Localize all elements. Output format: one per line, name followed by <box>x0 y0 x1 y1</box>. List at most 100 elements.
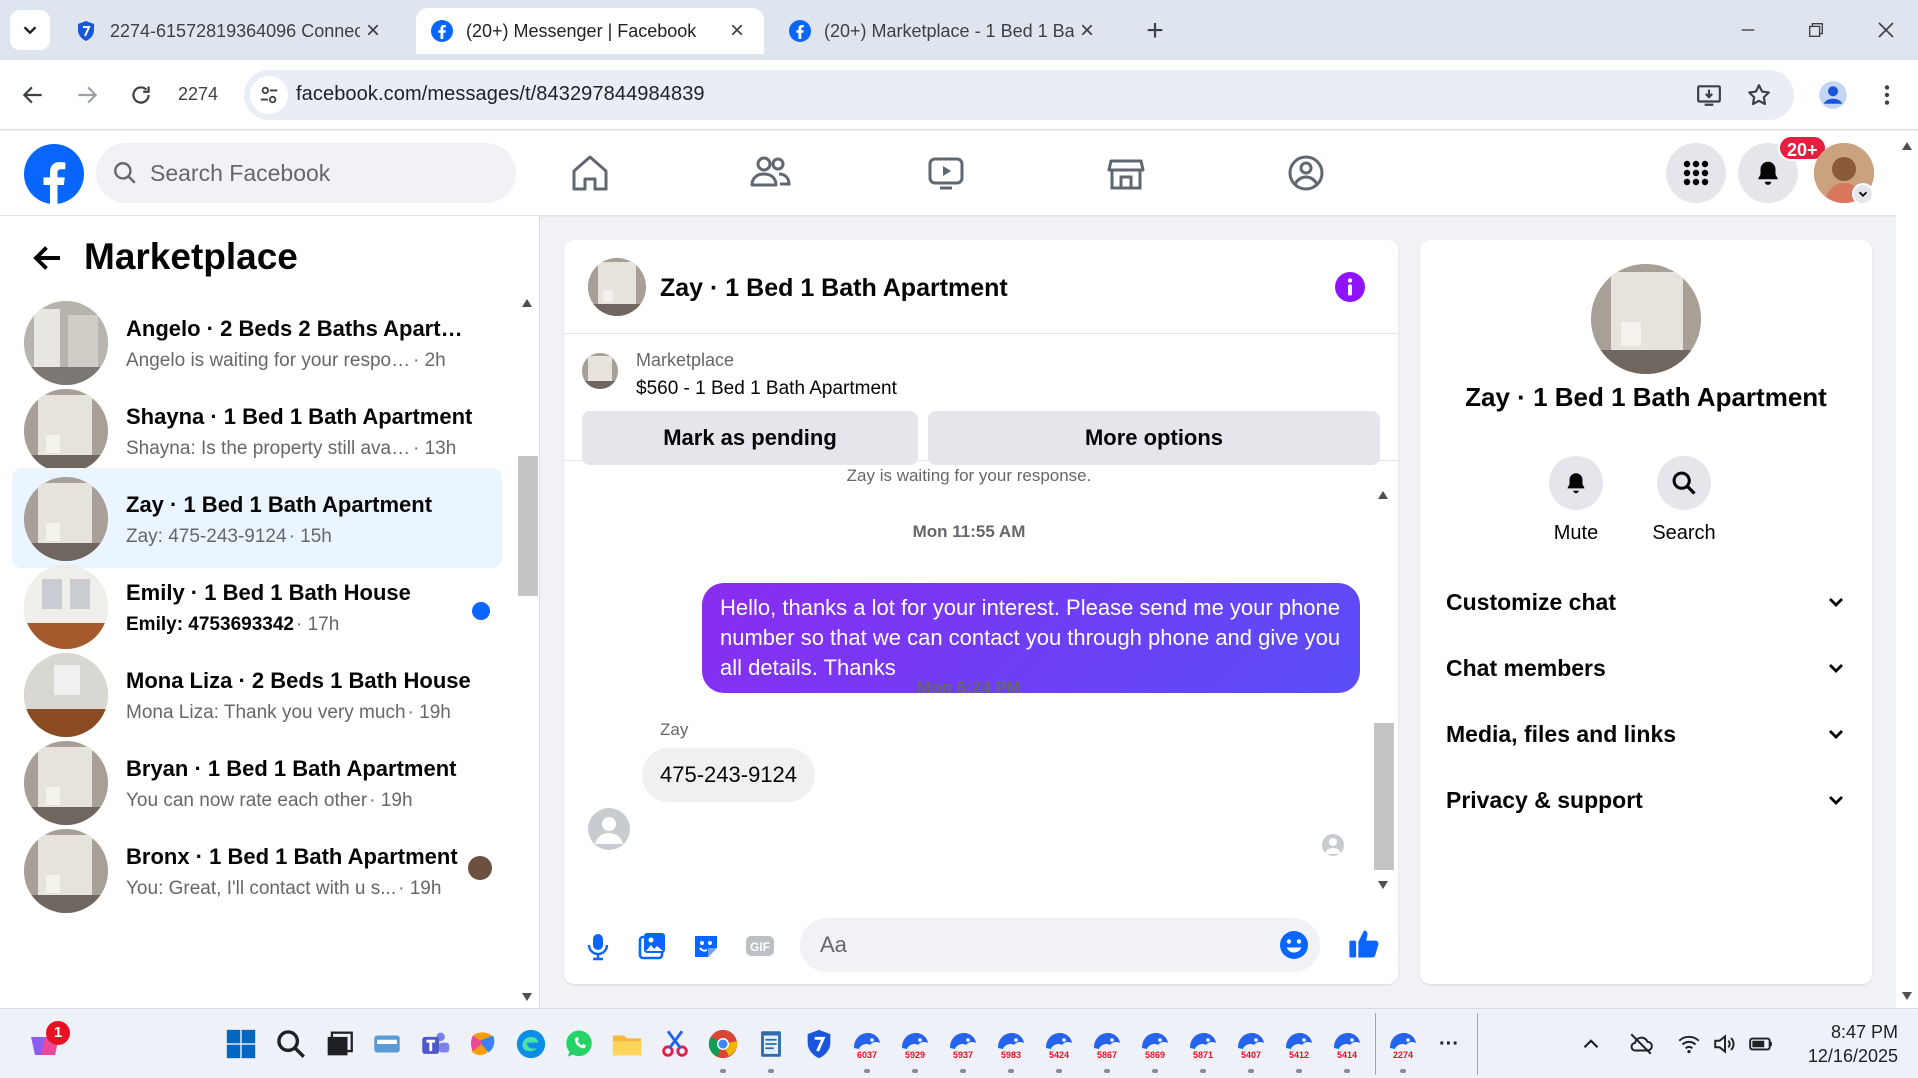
app-instance-5871[interactable]: 5871 <box>1184 1026 1222 1064</box>
shield-app-icon[interactable] <box>802 1027 836 1061</box>
search-icon[interactable] <box>274 1027 308 1061</box>
scroll-up-icon[interactable] <box>521 298 533 308</box>
message-input[interactable]: Aa <box>800 918 1320 972</box>
mute-action[interactable]: Mute <box>1531 456 1621 545</box>
conversation-item-emily[interactable]: Emily · 1 Bed 1 Bath House Emily: 475369… <box>12 556 502 656</box>
app-instance-5407[interactable]: 5407 <box>1232 1026 1270 1064</box>
app-instance-5869[interactable]: 5869 <box>1136 1026 1174 1064</box>
scroll-down-icon[interactable] <box>1377 880 1389 890</box>
battery-icon[interactable] <box>1748 1031 1774 1057</box>
app-instance-5412[interactable]: 5412 <box>1280 1026 1318 1064</box>
facebook-logo-icon[interactable] <box>24 144 84 204</box>
scrollbar-thumb[interactable] <box>518 456 538 596</box>
volume-icon[interactable] <box>1712 1031 1738 1057</box>
site-info-button[interactable] <box>250 76 288 114</box>
tab-close-button[interactable]: × <box>1074 17 1100 44</box>
conversation-item-shayna[interactable]: Shayna · 1 Bed 1 Bath Apartment Shayna: … <box>12 380 502 480</box>
search-action[interactable]: Search <box>1639 456 1729 545</box>
copilot-icon[interactable] <box>466 1027 500 1061</box>
edge-browser-icon[interactable] <box>514 1027 548 1061</box>
restore-button[interactable] <box>1786 10 1846 50</box>
scroll-down-icon[interactable] <box>1901 991 1913 1001</box>
cloud-offline-icon[interactable] <box>1628 1031 1654 1057</box>
info-icon[interactable] <box>1334 271 1366 303</box>
url-text[interactable]: facebook.com/messages/t/843297844984839 <box>296 83 705 106</box>
app-instance-5424[interactable]: 5424 <box>1040 1026 1078 1064</box>
tab-close-button[interactable]: × <box>724 17 750 44</box>
scrollbar-thumb[interactable] <box>1374 723 1394 870</box>
mute-button[interactable] <box>1549 456 1603 510</box>
microphone-icon[interactable] <box>582 930 614 962</box>
tab-search-button[interactable] <box>10 10 50 50</box>
new-tab-button[interactable]: + <box>1138 14 1172 48</box>
app-instance-5867[interactable]: 5867 <box>1088 1026 1126 1064</box>
app-instance-5937[interactable]: 5937 <box>944 1026 982 1064</box>
scroll-up-icon[interactable] <box>1901 141 1913 151</box>
tab-marketplace[interactable]: (20+) Marketplace - 1 Bed 1 Bath × <box>774 8 1114 54</box>
incoming-message-bubble[interactable]: 475-243-9124 <box>642 748 816 802</box>
gaming-icon[interactable] <box>1280 147 1332 199</box>
image-icon[interactable] <box>636 930 668 962</box>
chat-title[interactable]: Zay · 1 Bed 1 Bath Apartment <box>660 274 1008 303</box>
conversation-scrollbar[interactable] <box>516 292 538 1008</box>
minimize-button[interactable] <box>1718 10 1778 50</box>
app-instance-5414[interactable]: 5414 <box>1328 1026 1366 1064</box>
back-button[interactable] <box>14 76 52 114</box>
menu-button[interactable] <box>1666 143 1726 203</box>
chat-avatar[interactable] <box>588 258 646 316</box>
reload-button[interactable] <box>122 76 160 114</box>
section-customize-chat[interactable]: Customize chat <box>1446 574 1848 630</box>
app-instance-6037[interactable]: 6037 <box>848 1026 886 1064</box>
file-explorer-icon[interactable] <box>610 1027 644 1061</box>
outgoing-message-bubble[interactable]: Hello, thanks a lot for your interest. P… <box>702 583 1360 693</box>
sender-avatar[interactable] <box>588 808 630 850</box>
tab-connect[interactable]: 2274-61572819364096 Connect × <box>60 8 400 54</box>
section-media-files-links[interactable]: Media, files and links <box>1446 706 1848 762</box>
close-window-button[interactable] <box>1856 10 1916 50</box>
snipping-tool-icon[interactable] <box>658 1027 692 1061</box>
browser-menu-button[interactable] <box>1868 76 1906 114</box>
app-instance-5983[interactable]: 5983 <box>992 1026 1030 1064</box>
search-in-chat-button[interactable] <box>1657 456 1711 510</box>
star-icon[interactable] <box>1746 82 1772 108</box>
listing-thumbnail[interactable] <box>582 353 618 389</box>
address-bar[interactable]: facebook.com/messages/t/843297844984839 <box>244 70 1794 120</box>
emoji-icon[interactable] <box>1278 929 1310 961</box>
app-instance-5929[interactable]: 5929 <box>896 1026 934 1064</box>
install-app-icon[interactable] <box>1696 82 1722 108</box>
more-options-button[interactable]: More options <box>928 411 1380 465</box>
whatsapp-icon[interactable] <box>562 1027 596 1061</box>
thumbs-up-icon[interactable] <box>1346 926 1382 962</box>
profile-button[interactable] <box>1814 76 1852 114</box>
app-instance-2274[interactable]: 2274 <box>1384 1026 1422 1064</box>
conversation-item-mona-liza[interactable]: Mona Liza · 2 Beds 1 Bath House Mona Liz… <box>12 644 502 744</box>
facebook-search-input[interactable]: Search Facebook <box>96 143 516 203</box>
friends-icon[interactable] <box>744 147 796 199</box>
page-scrollbar[interactable] <box>1896 131 1918 1008</box>
taskbar-overflow-button[interactable]: ··· <box>1432 1027 1466 1061</box>
notepad-icon[interactable] <box>754 1027 788 1061</box>
contact-avatar[interactable] <box>1591 264 1701 374</box>
conversation-item-zay[interactable]: Zay · 1 Bed 1 Bath Apartment Zay: 475-24… <box>12 468 502 568</box>
copilot-app-icon[interactable] <box>370 1027 404 1061</box>
scroll-down-icon[interactable] <box>521 992 533 1002</box>
home-icon[interactable] <box>564 147 616 199</box>
windows-start-icon[interactable] <box>224 1027 258 1061</box>
conversation-item-angelo[interactable]: Angelo · 2 Beds 2 Baths Apartm... Angelo… <box>12 292 502 392</box>
forward-button[interactable] <box>68 76 106 114</box>
conversation-item-bryan[interactable]: Bryan · 1 Bed 1 Bath Apartment You can n… <box>12 732 502 832</box>
mark-as-pending-button[interactable]: Mark as pending <box>582 411 918 465</box>
chevron-up-icon[interactable] <box>1578 1031 1604 1057</box>
chrome-icon[interactable] <box>706 1027 740 1061</box>
tab-messenger[interactable]: (20+) Messenger | Facebook × <box>416 8 764 54</box>
system-clock[interactable]: 8:47 PM 12/16/2025 <box>1788 1020 1898 1068</box>
scroll-up-icon[interactable] <box>1377 490 1389 500</box>
task-view-icon[interactable] <box>322 1027 356 1061</box>
conversation-item-bronx[interactable]: Bronx · 1 Bed 1 Bath Apartment You: Grea… <box>12 820 502 920</box>
marketplace-icon[interactable] <box>1100 147 1152 199</box>
back-arrow-icon[interactable] <box>30 240 66 276</box>
tab-close-button[interactable]: × <box>360 17 386 44</box>
section-chat-members[interactable]: Chat members <box>1446 640 1848 696</box>
sticker-icon[interactable] <box>690 930 722 962</box>
section-privacy-support[interactable]: Privacy & support <box>1446 772 1848 828</box>
